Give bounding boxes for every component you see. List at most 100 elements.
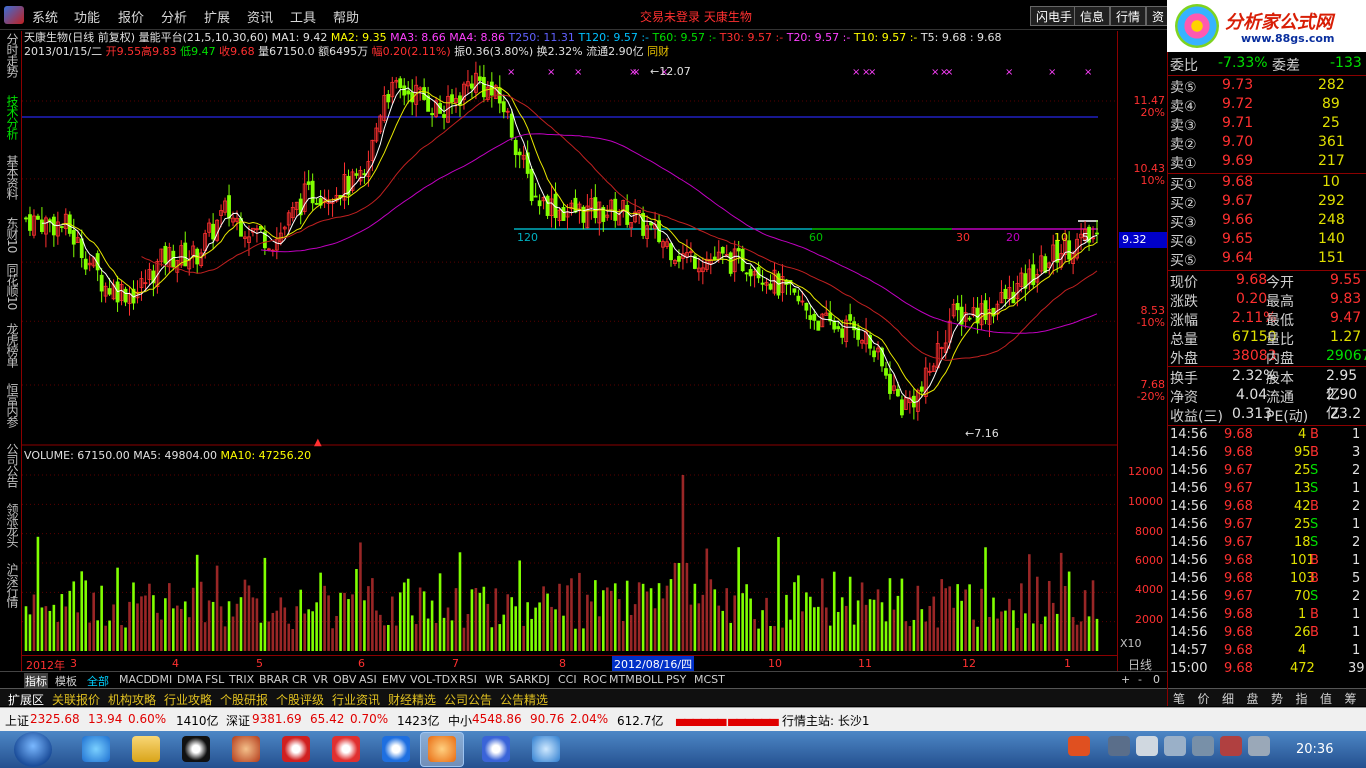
- indicator-roc[interactable]: ROC: [582, 673, 608, 686]
- func-tab[interactable]: 行业资讯: [332, 691, 380, 708]
- func-tab[interactable]: 财经精选: [388, 691, 436, 708]
- zoom-in-button[interactable]: +: [1120, 673, 1131, 686]
- zx-index[interactable]: 4548.86: [472, 712, 522, 726]
- server-status[interactable]: 行情主站: 长沙1: [782, 712, 870, 729]
- menu-function[interactable]: 功能: [74, 7, 100, 26]
- buy-price[interactable]: 9.68: [1222, 174, 1253, 190]
- panel-tab[interactable]: 笔: [1173, 690, 1185, 707]
- indicator-dmi[interactable]: DMI: [150, 673, 173, 686]
- folder-icon[interactable]: [132, 736, 160, 762]
- menu-news[interactable]: 资讯: [247, 7, 273, 26]
- tab-market[interactable]: 沪深行情: [5, 563, 19, 607]
- buy-price[interactable]: 9.64: [1222, 250, 1253, 266]
- menu-extend[interactable]: 扩展: [204, 7, 230, 26]
- buy-price[interactable]: 9.67: [1222, 193, 1253, 209]
- sz-index[interactable]: 9381.69: [252, 712, 302, 726]
- indicator-asi[interactable]: ASI: [358, 673, 378, 686]
- info-button[interactable]: 信息: [1074, 6, 1111, 26]
- game-icon[interactable]: [232, 736, 260, 762]
- menu-quote[interactable]: 报价: [118, 7, 144, 26]
- indicator-mtm[interactable]: MTM: [608, 673, 636, 686]
- panel-tab[interactable]: 筹: [1345, 690, 1357, 707]
- indicator-[interactable]: 指标: [24, 673, 48, 689]
- sh-index[interactable]: 2325.68: [30, 712, 80, 726]
- func-tab[interactable]: 行业攻略: [164, 691, 212, 708]
- monitor-icon[interactable]: [1248, 736, 1270, 756]
- func-tab[interactable]: 个股研报: [220, 691, 268, 708]
- tab-technical[interactable]: 技术分析: [5, 95, 19, 139]
- start-button[interactable]: [14, 732, 52, 767]
- tab-eastmoney[interactable]: 东财10: [5, 217, 19, 252]
- indicator-emv[interactable]: EMV: [381, 673, 407, 686]
- menu-tools[interactable]: 工具: [290, 7, 316, 26]
- tab-tonghuashun[interactable]: 同花顺10: [5, 263, 19, 309]
- indicator-[interactable]: 模板: [54, 673, 78, 689]
- bird-icon[interactable]: [532, 736, 560, 762]
- network-icon[interactable]: [1192, 736, 1214, 756]
- panel-tab[interactable]: 值: [1320, 690, 1332, 707]
- tab-hengfu[interactable]: 恒富内参: [5, 383, 19, 427]
- indicator-[interactable]: 全部: [86, 673, 110, 689]
- indicator-boll[interactable]: BOLL: [634, 673, 664, 686]
- kugou-icon[interactable]: [382, 736, 410, 762]
- stock-app-icon[interactable]: [332, 736, 360, 762]
- zoom-out-button[interactable]: -: [1137, 673, 1143, 686]
- menu-analysis[interactable]: 分析: [161, 7, 187, 26]
- indicator-voltdx[interactable]: VOL-TDX: [409, 673, 459, 686]
- indicator-wr[interactable]: WR: [484, 673, 505, 686]
- buy-price[interactable]: 9.65: [1222, 231, 1253, 247]
- sell-price[interactable]: 9.69: [1222, 153, 1253, 169]
- panel-tab[interactable]: 势: [1271, 690, 1283, 707]
- tab-intraday[interactable]: 分时走势: [5, 33, 19, 77]
- func-tab[interactable]: 关联报价: [52, 691, 100, 708]
- indicator-vr[interactable]: VR: [312, 673, 329, 686]
- sell-price[interactable]: 9.73: [1222, 77, 1253, 93]
- func-tab[interactable]: 个股评级: [276, 691, 324, 708]
- indicator-mcst[interactable]: MCST: [693, 673, 726, 686]
- indicator-macd[interactable]: MACD: [118, 673, 153, 686]
- tab-dragon-tiger[interactable]: 龙虎榜单: [5, 323, 19, 367]
- indicator-sar[interactable]: SAR: [508, 673, 532, 686]
- func-tab[interactable]: 扩展区: [8, 691, 44, 708]
- tab-fundamental[interactable]: 基本资料: [5, 155, 19, 199]
- firefox-icon[interactable]: [428, 736, 456, 762]
- panel-tab[interactable]: 盘: [1247, 690, 1259, 707]
- panel-tab[interactable]: 指: [1296, 690, 1308, 707]
- menu-help[interactable]: 帮助: [333, 7, 359, 26]
- tab-announcements[interactable]: 公司公告: [5, 443, 19, 487]
- tray-keyboard-icon[interactable]: [1108, 736, 1130, 756]
- indicator-kdj[interactable]: KDJ: [530, 673, 551, 686]
- volume-icon[interactable]: [1164, 736, 1186, 756]
- info-same-finance[interactable]: 同财: [647, 45, 669, 58]
- indicator-cr[interactable]: CR: [291, 673, 308, 686]
- quote-button[interactable]: 行情: [1110, 6, 1147, 26]
- menu-system[interactable]: 系统: [32, 7, 58, 26]
- security-icon[interactable]: [1220, 736, 1242, 756]
- buy-price[interactable]: 9.66: [1222, 212, 1253, 228]
- indicator-dma[interactable]: DMA: [176, 673, 204, 686]
- video-player-icon[interactable]: [282, 736, 310, 762]
- tray-app-icon[interactable]: [1068, 736, 1090, 756]
- indicator-psy[interactable]: PSY: [665, 673, 687, 686]
- kline-chart-canvas[interactable]: × × × ×× × × ×× × ×× × × ×120 60 30 20 10 5←12.07←7.16▲: [22, 31, 1117, 653]
- indicator-brar[interactable]: BRAR: [258, 673, 290, 686]
- indicator-trix[interactable]: TRIX: [228, 673, 255, 686]
- indicator-obv[interactable]: OBV: [332, 673, 357, 686]
- func-tab[interactable]: 公告精选: [500, 691, 548, 708]
- reset-button[interactable]: 0: [1152, 673, 1161, 686]
- func-tab[interactable]: 公司公告: [444, 691, 492, 708]
- sell-price[interactable]: 9.70: [1222, 134, 1253, 150]
- sell-price[interactable]: 9.72: [1222, 96, 1253, 112]
- panel-tab[interactable]: 细: [1222, 690, 1234, 707]
- sell-price[interactable]: 9.71: [1222, 115, 1253, 131]
- indicator-cci[interactable]: CCI: [557, 673, 578, 686]
- kline-chart-panel[interactable]: × × × × × × × × × × × × × × × 120 60 30 20 10 5 ←12.07 ←7.16 ▲ …: [22, 31, 1117, 653]
- panel-tab[interactable]: 价: [1198, 690, 1210, 707]
- func-tab[interactable]: 机构攻略: [108, 691, 156, 708]
- flash-trade-button[interactable]: 闪电手: [1030, 6, 1079, 26]
- indicator-fsl[interactable]: FSL: [204, 673, 225, 686]
- ie-icon[interactable]: [82, 736, 110, 762]
- taskbar-clock[interactable]: 20:36: [1296, 742, 1333, 757]
- trading-app-icon[interactable]: [482, 736, 510, 762]
- tray-device-icon[interactable]: [1136, 736, 1158, 756]
